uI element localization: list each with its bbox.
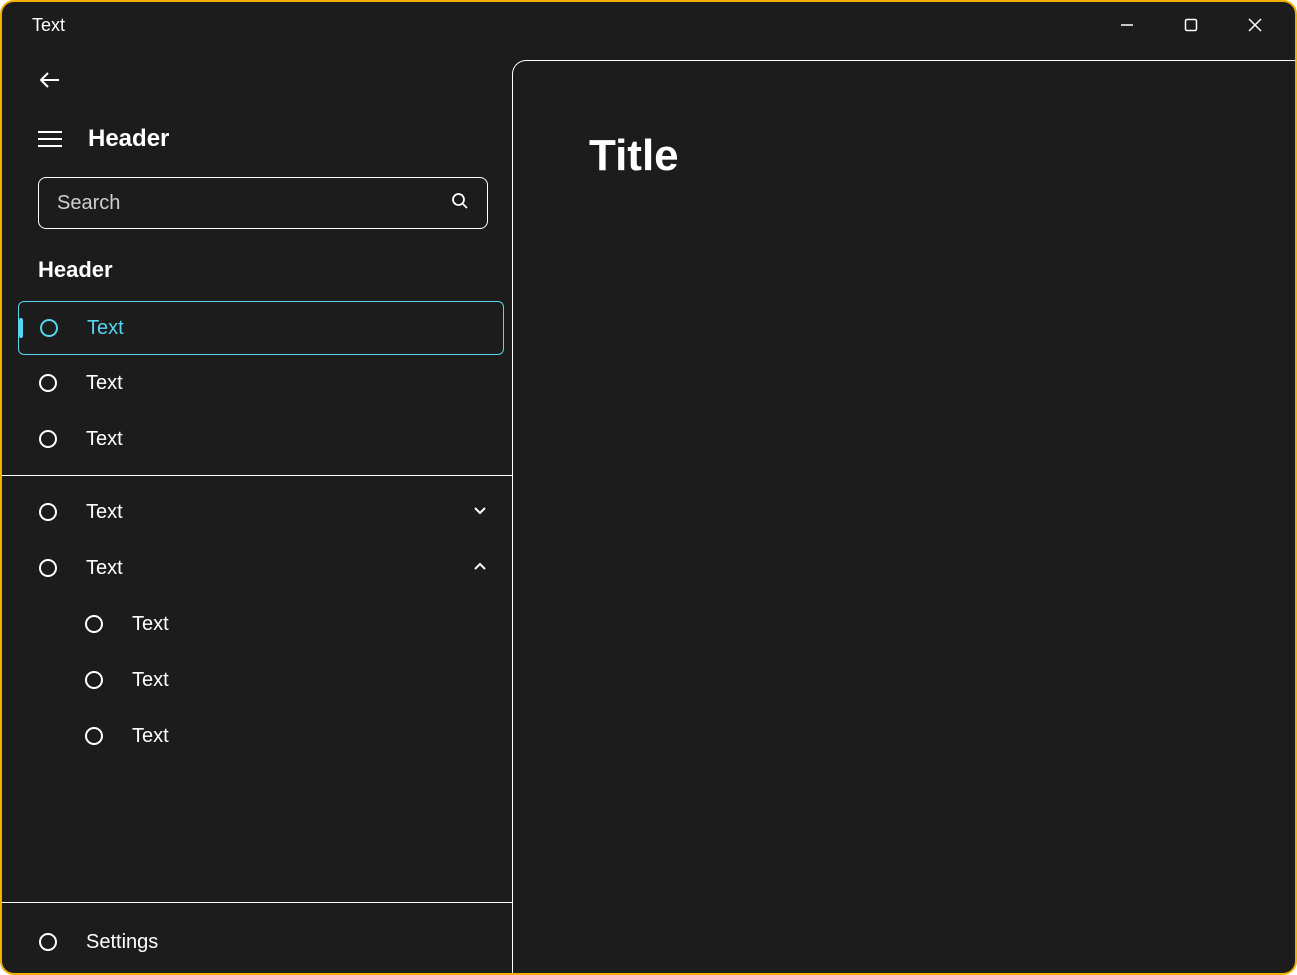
search-input[interactable] xyxy=(57,192,451,215)
arrow-left-icon xyxy=(38,68,62,92)
hamburger-icon xyxy=(38,131,62,133)
chevron-down-icon xyxy=(472,501,488,524)
circle-icon xyxy=(84,614,104,634)
nav-item[interactable]: Text xyxy=(2,411,512,467)
content-pane: Title xyxy=(512,60,1295,973)
search-icon xyxy=(451,192,469,215)
window-controls xyxy=(1095,2,1287,48)
close-icon xyxy=(1248,18,1262,32)
titlebar: Text xyxy=(2,2,1295,48)
nav-item[interactable]: Text xyxy=(18,301,504,355)
nav-item-label: Text xyxy=(132,613,169,636)
sidebar-header: Header xyxy=(88,125,169,153)
divider xyxy=(2,475,512,476)
circle-icon xyxy=(38,502,58,522)
circle-icon xyxy=(84,670,104,690)
minimize-icon xyxy=(1120,18,1134,32)
divider xyxy=(2,902,512,903)
minimize-button[interactable] xyxy=(1095,2,1159,48)
nav-item-label: Text xyxy=(87,317,124,340)
nav-item[interactable]: Text xyxy=(2,355,512,411)
chevron-up-icon xyxy=(472,557,488,580)
nav-item-label: Text xyxy=(86,428,123,451)
circle-icon xyxy=(38,558,58,578)
nav-item-label: Settings xyxy=(86,931,158,954)
circle-icon xyxy=(38,429,58,449)
nav-section-b: Text Text Text xyxy=(2,484,512,764)
nav-item-label: Text xyxy=(86,557,123,580)
maximize-icon xyxy=(1184,18,1198,32)
nav-item-expandable[interactable]: Text xyxy=(2,484,512,540)
nav-item-expandable[interactable]: Text xyxy=(2,540,512,596)
circle-icon xyxy=(38,373,58,393)
nav-item-settings[interactable]: Settings xyxy=(2,911,512,973)
nav-section-a: Text Text Text xyxy=(2,301,512,467)
sidebar-section-header: Header xyxy=(2,251,512,301)
search-box[interactable] xyxy=(38,177,488,229)
close-button[interactable] xyxy=(1223,2,1287,48)
maximize-button[interactable] xyxy=(1159,2,1223,48)
nav-item-label: Text xyxy=(132,669,169,692)
nav-subitem[interactable]: Text xyxy=(2,652,512,708)
menu-button[interactable] xyxy=(38,131,62,147)
back-button[interactable] xyxy=(38,68,512,97)
circle-icon xyxy=(39,318,59,338)
app-window: Text xyxy=(0,0,1297,975)
window-title: Text xyxy=(32,15,65,36)
page-title: Title xyxy=(589,131,1295,181)
sidebar: Header Header Text xyxy=(2,48,512,973)
nav-item-label: Text xyxy=(86,501,123,524)
circle-icon xyxy=(84,726,104,746)
circle-icon xyxy=(38,932,58,952)
nav-subitem[interactable]: Text xyxy=(2,708,512,764)
nav-item-label: Text xyxy=(86,372,123,395)
nav-subitem[interactable]: Text xyxy=(2,596,512,652)
nav-item-label: Text xyxy=(132,725,169,748)
